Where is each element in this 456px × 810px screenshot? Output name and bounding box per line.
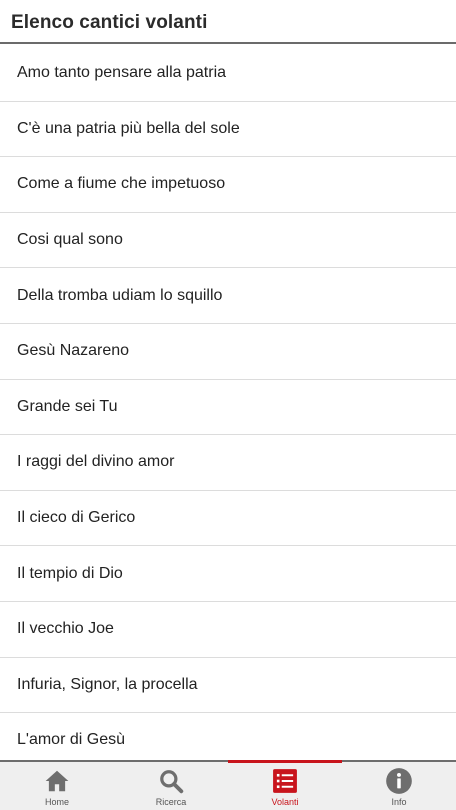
song-title: Il cieco di Gerico <box>17 509 136 527</box>
song-title: Infuria, Signor, la procella <box>17 675 198 693</box>
tab-info[interactable]: Info <box>342 762 456 810</box>
song-title: Il vecchio Joe <box>17 620 114 638</box>
info-icon <box>384 766 414 796</box>
list-item[interactable]: C'è una patria più bella del sole <box>0 102 456 158</box>
song-title: Amo tanto pensare alla patria <box>17 64 227 82</box>
search-icon <box>156 766 186 796</box>
tab-home-label: Home <box>44 797 69 807</box>
song-title: Il tempio di Dio <box>17 564 123 582</box>
home-icon <box>42 766 72 796</box>
tab-search[interactable]: Ricerca <box>114 762 228 810</box>
list-item[interactable]: Della tromba udiam lo squillo <box>0 268 456 324</box>
list-item[interactable]: I raggi del divino amor <box>0 435 456 491</box>
song-title: C'è una patria più bella del sole <box>17 119 240 137</box>
tab-home[interactable]: Home <box>0 762 114 810</box>
app-header: Elenco cantici volanti <box>0 0 456 44</box>
list-item[interactable]: Gesù Nazareno <box>0 324 456 380</box>
song-title: I raggi del divino amor <box>17 453 175 471</box>
list-item[interactable]: Amo tanto pensare alla patria <box>0 46 456 102</box>
list-item[interactable]: L'amor di Gesù <box>0 713 456 760</box>
list-item[interactable]: Grande sei Tu <box>0 380 456 436</box>
song-title: Cosi qual sono <box>17 231 123 249</box>
song-title: Grande sei Tu <box>17 397 118 415</box>
page-title: Elenco cantici volanti <box>11 12 208 33</box>
list-icon <box>270 766 300 796</box>
tab-volanti-label: Volanti <box>271 797 299 807</box>
list-item[interactable]: Cosi qual sono <box>0 213 456 269</box>
tab-search-label: Ricerca <box>155 797 187 807</box>
song-list: Amo tanto pensare alla patria C'è una pa… <box>0 46 456 760</box>
song-title: Della tromba udiam lo squillo <box>17 286 223 304</box>
bottom-tab-bar: Home Ricerca Volanti Info <box>0 760 456 810</box>
tab-info-label: Info <box>391 797 407 807</box>
list-item[interactable]: Il tempio di Dio <box>0 546 456 602</box>
song-title: Come a fiume che impetuoso <box>17 175 226 193</box>
song-title: L'amor di Gesù <box>17 731 125 749</box>
song-title: Gesù Nazareno <box>17 342 130 360</box>
list-item[interactable]: Il cieco di Gerico <box>0 491 456 547</box>
list-item[interactable]: Il vecchio Joe <box>0 602 456 658</box>
list-item[interactable]: Come a fiume che impetuoso <box>0 157 456 213</box>
list-item[interactable]: Infuria, Signor, la procella <box>0 658 456 714</box>
tab-volanti[interactable]: Volanti <box>228 760 342 810</box>
